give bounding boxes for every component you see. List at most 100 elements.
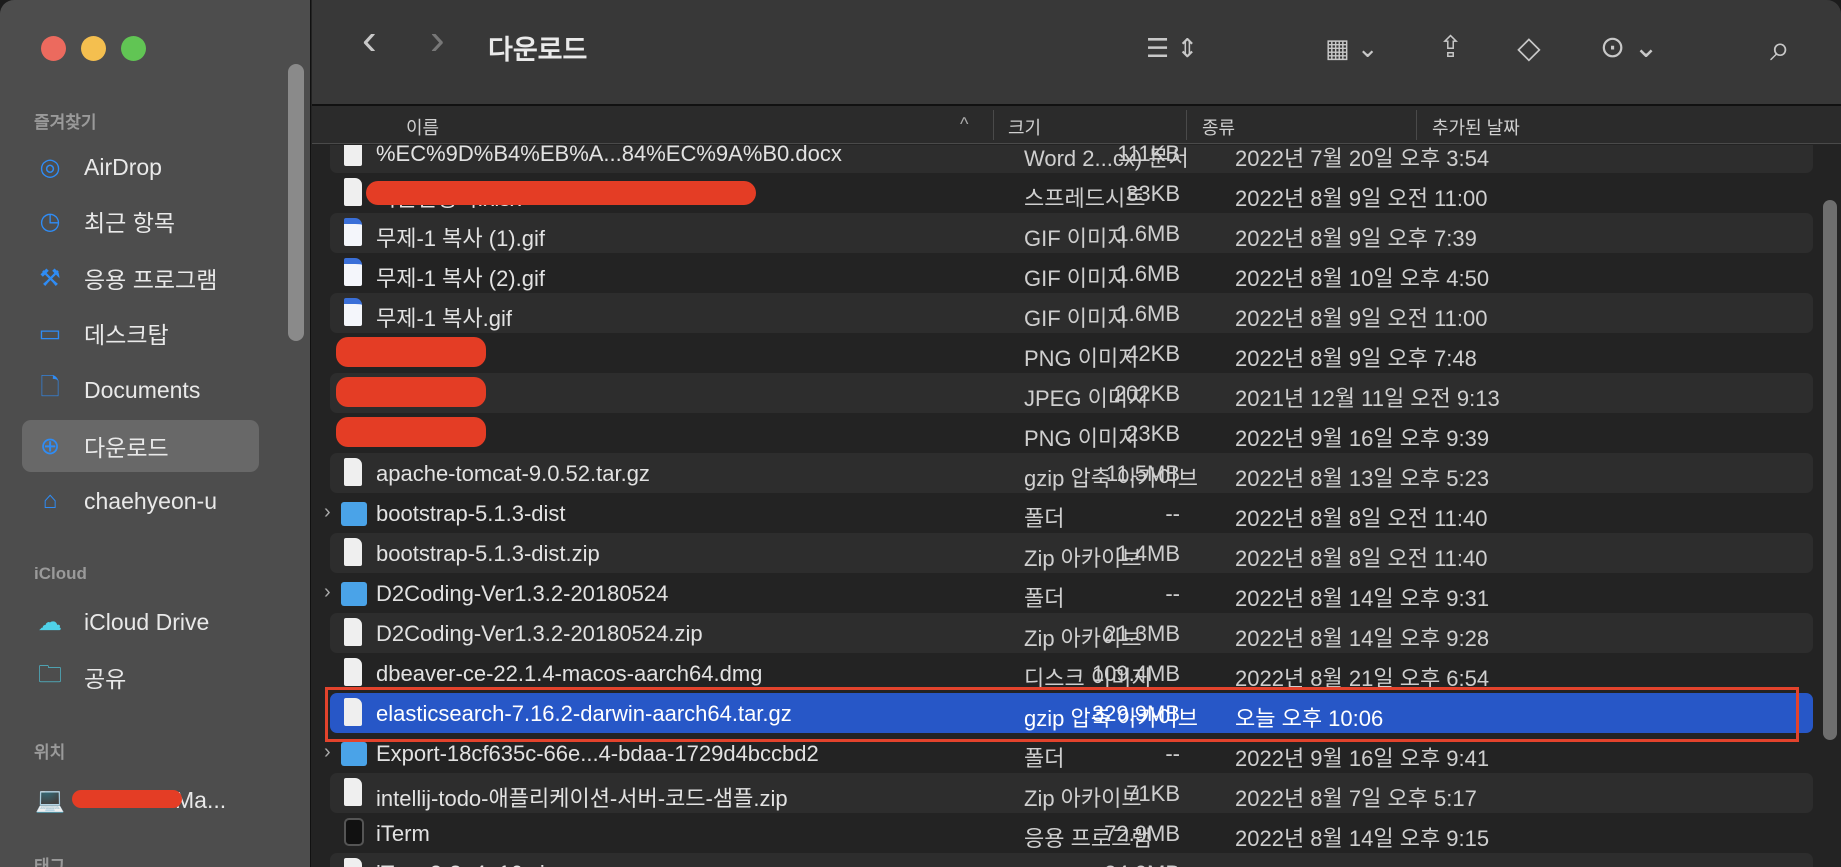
file-date: 2022년 8월 14일 오후 9:31 bbox=[1235, 586, 1490, 611]
file-row[interactable]: iTerm2-3_4_16.zip24.0MBZip 아카이브2022년 8월 … bbox=[330, 853, 1813, 867]
file-date: 2022년 8월 9일 오후 7:39 bbox=[1235, 226, 1477, 251]
file-date: 2022년 8월 7일 오후 5:17 bbox=[1235, 786, 1477, 811]
file-row[interactable]: › bootstrap-5.1.3-dist -- 폴더 2022년 8월 8일 오전 … bbox=[324, 493, 1813, 533]
sidebar-item-label: 최근 항목 bbox=[84, 210, 176, 236]
sidebar-item[interactable]: ⚒ 응용 프로그램 bbox=[22, 252, 259, 304]
toolbar: ‹ › 다운로드 ☰ ⇕ ▦ ⌄ ⇪ ⬦ ⊙ ⌄ ⌕ bbox=[312, 0, 1841, 106]
zoom-button[interactable] bbox=[121, 36, 146, 61]
sidebar-item[interactable]: ⊕ 다운로드 bbox=[22, 420, 259, 472]
file-date: 2022년 7월 20일 오후 3:54 bbox=[1235, 146, 1490, 171]
share-icon[interactable]: ⇪ bbox=[1438, 30, 1463, 66]
close-button[interactable] bbox=[41, 36, 66, 61]
forward-button[interactable]: › bbox=[430, 18, 445, 62]
file-kind: PNG 이미지 bbox=[1024, 426, 1139, 451]
file-kind: 폴더 bbox=[1024, 506, 1065, 531]
sidebar-scrollbar[interactable] bbox=[288, 64, 304, 341]
file-kind: JPEG 이미지 bbox=[1024, 386, 1149, 411]
file-kind: GIF 이미지 bbox=[1024, 226, 1128, 251]
file-row[interactable]: intellij-todo-애플리케이션-서버-코드-샘플.zip 71KB Zip… bbox=[330, 773, 1813, 813]
back-button[interactable]: ‹ bbox=[362, 18, 377, 62]
file-row[interactable]: 무제-1 복사 (1).gif 1.6MB GIF 이미지 2022년 8월 9일 오… bbox=[330, 213, 1813, 253]
file-kind: gzip 압축 아카이브 bbox=[1024, 466, 1199, 491]
file-date: 2021년 12월 11일 오전 9:13 bbox=[1235, 386, 1500, 411]
file-kind: 스프레드시트 bbox=[1024, 186, 1146, 211]
file-kind: Zip 아카이브 bbox=[1024, 861, 1142, 867]
tag-icon[interactable]: ⬦ bbox=[1517, 30, 1541, 66]
file-row[interactable]: iTerm 72.9MB 응용 프로그램 2022년 8월 14일 오후 9:15 bbox=[330, 813, 1813, 853]
sidebar-item[interactable]: ⌂ chaehyeon-u bbox=[22, 475, 259, 527]
minimize-button[interactable] bbox=[81, 36, 106, 61]
sidebar-item[interactable]: 🗀 공유 bbox=[22, 651, 259, 703]
file-kind: GIF 이미지 bbox=[1024, 306, 1128, 331]
file-kind: Zip 아카이브 bbox=[1024, 546, 1142, 571]
file-row[interactable]: apache-tomcat-9.0.52.tar.gz 11.5MB gzip 압축… bbox=[330, 453, 1813, 493]
finder-window: 즐겨찾기 ◎ AirDrop ◷ 최근 항목 ⚒ 응용 프로그램 ▭ 데스크탑 🗋 Documen… bbox=[0, 0, 1841, 867]
sidebar-item[interactable]: 💻 Ma... bbox=[22, 774, 259, 826]
file-date: 2022년 8월 8일 오전 11:40 bbox=[1235, 546, 1488, 571]
file-date: 2022년 8월 9일 오후 7:48 bbox=[1235, 346, 1477, 371]
redaction-mark bbox=[336, 417, 486, 447]
sidebar-item-label: 응용 프로그램 bbox=[84, 267, 218, 293]
sidebar-item-label: 다운로드 bbox=[84, 435, 169, 461]
file-date: 2022년 8월 8일 오전 11:40 bbox=[1235, 506, 1488, 531]
file-kind: 폴더 bbox=[1024, 586, 1065, 611]
file-date: 2022년 8월 14일 오후 9:15 bbox=[1235, 861, 1489, 867]
sidebar: 즐겨찾기 ◎ AirDrop ◷ 최근 항목 ⚒ 응용 프로그램 ▭ 데스크탑 🗋 Documen… bbox=[0, 0, 311, 867]
sidebar-item-label: 데스크탑 bbox=[84, 322, 169, 348]
sidebar-item[interactable]: 🗋 Documents bbox=[22, 364, 259, 416]
file-kind: Zip 아카이브 bbox=[1024, 626, 1142, 651]
file-row[interactable]: 무제-1 복사 (2).gif 1.6MB GIF 이미지 2022년 8월 10일 … bbox=[330, 253, 1813, 293]
more-icon[interactable]: ⊙ ⌄ bbox=[1600, 30, 1659, 66]
list-view-icon[interactable]: ☰ ⇕ bbox=[1146, 30, 1198, 66]
sidebar-item[interactable]: ☁ iCloud Drive bbox=[22, 596, 259, 648]
file-row[interactable]: .png23KBPNG 이미지2022년 9월 16일 오후 9:39 bbox=[330, 413, 1813, 453]
column-kind[interactable]: 종류 bbox=[1202, 114, 1235, 140]
sort-ascending-icon[interactable]: ^ bbox=[960, 114, 968, 135]
locations-label: 위치 bbox=[34, 743, 66, 762]
file-date: 2022년 9월 16일 오후 9:39 bbox=[1235, 426, 1490, 451]
column-size[interactable]: 크기 bbox=[1008, 114, 1041, 140]
file-row[interactable]: › D2Coding-Ver1.3.2-20180524 -- 폴더 2022년 8월 … bbox=[324, 573, 1813, 613]
file-row[interactable]: D2Coding-Ver1.3.2-20180524.zip 21.3MB Zip … bbox=[330, 613, 1813, 653]
sidebar-item[interactable]: ◎ AirDrop bbox=[22, 141, 259, 193]
redaction-mark bbox=[336, 377, 486, 407]
file-row[interactable]: %EC%9D%B4%EB%A...84%EC%9A%B0.docx 111KB Wo… bbox=[330, 145, 1813, 173]
home-icon: ⌂ bbox=[42, 487, 58, 514]
file-date: 2022년 8월 9일 오전 11:00 bbox=[1235, 186, 1488, 211]
column-name[interactable]: 이름 bbox=[406, 114, 439, 140]
file-date: 2022년 8월 10일 오후 4:50 bbox=[1235, 266, 1490, 291]
file-kind: Word 2...cx) 문서 bbox=[1024, 146, 1189, 171]
file-date: 2022년 8월 14일 오후 9:15 bbox=[1235, 826, 1490, 851]
file-row[interactable]: .png42KBPNG 이미지2022년 8월 9일 오후 7:48 bbox=[330, 333, 1813, 373]
desktop-icon: ▭ bbox=[38, 319, 62, 347]
redaction-mark bbox=[72, 790, 182, 808]
file-kind: Zip 아카이브 bbox=[1024, 786, 1142, 811]
group-icon[interactable]: ▦ ⌄ bbox=[1325, 30, 1379, 66]
sidebar-item-label: iCloud Drive bbox=[84, 608, 210, 635]
sidebar-item[interactable]: ◷ 최근 항목 bbox=[22, 195, 259, 247]
file-date: 2022년 8월 14일 오후 9:28 bbox=[1235, 626, 1490, 651]
column-date-added[interactable]: 추가된 날짜 bbox=[1432, 114, 1520, 140]
highlight-annotation bbox=[325, 687, 1799, 742]
file-kind: 폴더 bbox=[1024, 746, 1065, 771]
file-row[interactable]: .jpeg202KBJPEG 이미지2021년 12월 11일 오전 9:13 bbox=[330, 373, 1813, 413]
search-icon[interactable]: ⌕ bbox=[1770, 30, 1790, 66]
list-scrollbar[interactable] bbox=[1823, 200, 1837, 740]
tags-label: 태그 bbox=[34, 857, 66, 867]
file-row[interactable]: 무제-1 복사.gif 1.6MB GIF 이미지 2022년 8월 9일 오전 11… bbox=[330, 293, 1813, 333]
clock-icon: ◷ bbox=[39, 207, 61, 235]
sidebar-item-label: AirDrop bbox=[84, 153, 162, 180]
column-header: 이름 ^ 크기 종류 추가된 날짜 bbox=[312, 106, 1841, 144]
sidebar-item-label: 공유 bbox=[84, 666, 127, 692]
window-title: 다운로드 bbox=[488, 35, 588, 65]
applications-icon: ⚒ bbox=[39, 264, 61, 292]
file-row[interactable]: 지원신청서.xlsx33KB스프레드시트2022년 8월 9일 오전 11:00 bbox=[330, 173, 1813, 213]
redaction-mark bbox=[336, 337, 486, 367]
file-date: 2022년 8월 9일 오전 11:00 bbox=[1235, 306, 1488, 331]
file-kind: 응용 프로그램 bbox=[1024, 826, 1152, 851]
file-kind: PNG 이미지 bbox=[1024, 346, 1139, 371]
file-row[interactable]: bootstrap-5.1.3-dist.zip 1.4MB Zip 아카이브 202… bbox=[330, 533, 1813, 573]
airdrop-icon: ◎ bbox=[39, 153, 61, 181]
laptop-icon: 💻 bbox=[35, 786, 65, 814]
sidebar-item[interactable]: ▭ 데스크탑 bbox=[22, 307, 259, 359]
